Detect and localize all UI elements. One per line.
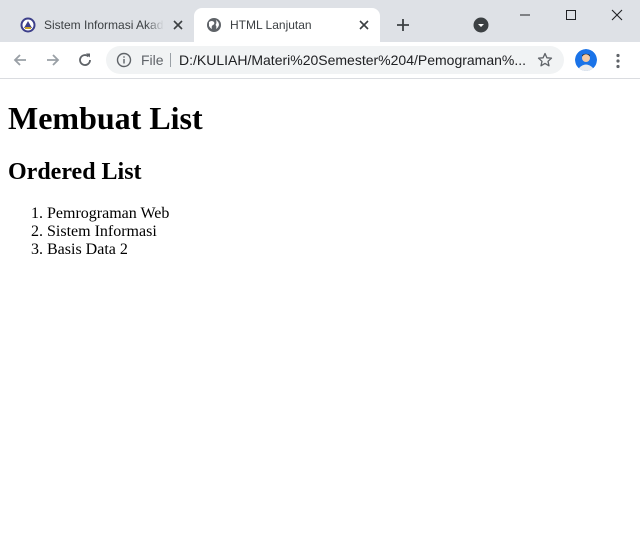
list-item: Pemrograman Web xyxy=(47,205,169,223)
url-separator xyxy=(170,53,171,67)
tab-strip: Sistem Informasi Akademik HTML Lanjutan xyxy=(0,0,640,42)
page-heading: Membuat List xyxy=(8,100,203,136)
profile-avatar[interactable] xyxy=(575,49,597,71)
back-arrow-icon[interactable] xyxy=(9,50,31,70)
reload-icon[interactable] xyxy=(74,50,96,70)
university-logo-icon xyxy=(20,17,36,33)
tab-title: Sistem Informasi Akademik xyxy=(44,18,164,32)
globe-icon xyxy=(206,17,222,33)
tab-html-lanjutan[interactable]: HTML Lanjutan xyxy=(194,8,380,42)
page-content: Membuat List Ordered List Pemrograman We… xyxy=(0,79,640,534)
browser-toolbar: File D:/KULIAH/Materi%20Semester%204/Pem… xyxy=(0,42,640,79)
close-window-icon[interactable] xyxy=(594,0,640,30)
tab-search-dropdown-icon[interactable] xyxy=(472,16,490,34)
list-item: Basis Data 2 xyxy=(47,241,169,259)
new-tab-plus-icon[interactable] xyxy=(393,15,413,35)
minimize-window-icon[interactable] xyxy=(502,0,548,30)
list-item: Sistem Informasi xyxy=(47,223,169,241)
url-scheme-label: File xyxy=(141,52,164,68)
forward-arrow-icon[interactable] xyxy=(42,50,64,70)
maximize-window-icon[interactable] xyxy=(548,0,594,30)
ordered-list: Pemrograman Web Sistem Informasi Basis D… xyxy=(8,205,169,259)
tab-sistem-informasi[interactable]: Sistem Informasi Akademik xyxy=(8,8,194,42)
tab-title: HTML Lanjutan xyxy=(230,18,312,32)
close-tab-icon[interactable] xyxy=(356,17,372,33)
kebab-menu-icon[interactable] xyxy=(610,52,626,70)
url-text[interactable]: D:/KULIAH/Materi%20Semester%204/Pemogram… xyxy=(179,46,529,74)
bookmark-star-icon[interactable] xyxy=(536,51,554,69)
info-icon[interactable] xyxy=(116,52,132,68)
address-bar[interactable]: File D:/KULIAH/Materi%20Semester%204/Pem… xyxy=(106,46,564,74)
page-subheading: Ordered List xyxy=(8,159,142,185)
close-tab-icon[interactable] xyxy=(170,17,186,33)
